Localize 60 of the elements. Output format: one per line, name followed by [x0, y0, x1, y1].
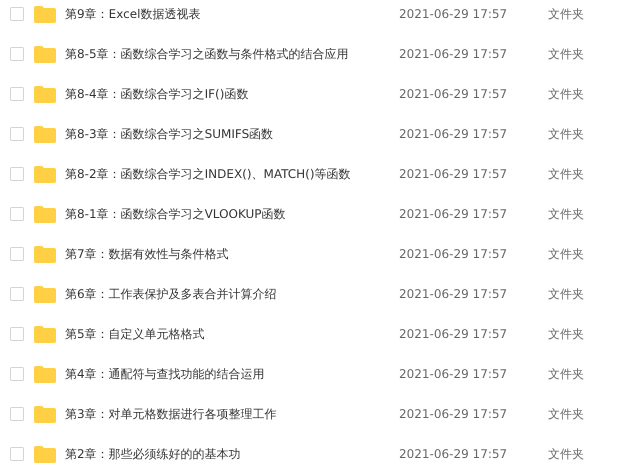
modified-date: 2021-06-29 17:57: [399, 287, 508, 301]
modified-date: 2021-06-29 17:57: [399, 87, 508, 101]
folder-name[interactable]: 第8-4章：函数综合学习之IF()函数: [65, 86, 399, 102]
folder-name[interactable]: 第3章：对单元格数据进行各项整理工作: [65, 406, 399, 422]
modified-date: 2021-06-29 17:57: [399, 167, 508, 181]
folder-icon: [34, 366, 56, 382]
folder-icon: [34, 246, 56, 262]
modified-date: 2021-06-29 17:57: [399, 247, 508, 261]
file-type: 文件夹: [548, 166, 584, 182]
file-type: 文件夹: [548, 406, 584, 422]
folder-icon: [34, 446, 56, 462]
modified-date: 2021-06-29 17:57: [399, 447, 508, 461]
folder-icon: [34, 406, 56, 422]
modified-date: 2021-06-29 17:57: [399, 407, 508, 421]
folder-name[interactable]: 第9章：Excel数据透视表: [65, 6, 399, 22]
folder-icon: [34, 206, 56, 222]
file-type: 文件夹: [548, 246, 584, 262]
checkbox[interactable]: [10, 47, 24, 61]
file-type: 文件夹: [548, 326, 584, 342]
folder-name[interactable]: 第8-3章：函数综合学习之SUMIFS函数: [65, 126, 399, 142]
folder-name[interactable]: 第2章：那些必须练好的的基本功: [65, 446, 399, 462]
checkbox[interactable]: [10, 447, 24, 461]
checkbox[interactable]: [10, 367, 24, 381]
checkbox[interactable]: [10, 207, 24, 221]
modified-date: 2021-06-29 17:57: [399, 47, 508, 61]
modified-date: 2021-06-29 17:57: [399, 127, 508, 141]
modified-date: 2021-06-29 17:57: [399, 327, 508, 341]
folder-icon: [34, 6, 56, 22]
checkbox[interactable]: [10, 167, 24, 181]
checkbox[interactable]: [10, 407, 24, 421]
folder-icon: [34, 326, 56, 342]
checkbox[interactable]: [10, 127, 24, 141]
file-type: 文件夹: [548, 126, 584, 142]
folder-name[interactable]: 第7章：数据有效性与条件格式: [65, 246, 399, 262]
folder-name[interactable]: 第8-1章：函数综合学习之VLOOKUP函数: [65, 206, 399, 222]
file-type: 文件夹: [548, 86, 584, 102]
file-type: 文件夹: [548, 286, 584, 302]
checkbox[interactable]: [10, 327, 24, 341]
checkbox[interactable]: [10, 7, 24, 21]
folder-icon: [34, 166, 56, 182]
folder-name[interactable]: 第6章：工作表保护及多表合并计算介绍: [65, 286, 399, 302]
file-type: 文件夹: [548, 6, 584, 22]
folder-name[interactable]: 第5章：自定义单元格格式: [65, 326, 399, 342]
folder-icon: [34, 286, 56, 302]
folder-icon: [34, 86, 56, 102]
file-type: 文件夹: [548, 206, 584, 222]
file-type: 文件夹: [548, 446, 584, 462]
checkbox[interactable]: [10, 287, 24, 301]
folder-name[interactable]: 第8-2章：函数综合学习之INDEX()、MATCH()等函数: [65, 166, 399, 182]
folder-name[interactable]: 第4章：通配符与查找功能的结合运用: [65, 366, 399, 382]
checkbox[interactable]: [10, 87, 24, 101]
folder-name[interactable]: 第8-5章：函数综合学习之函数与条件格式的结合应用: [65, 46, 399, 62]
folder-icon: [34, 46, 56, 62]
folder-icon: [34, 126, 56, 142]
modified-date: 2021-06-29 17:57: [399, 7, 508, 21]
modified-date: 2021-06-29 17:57: [399, 367, 508, 381]
file-type: 文件夹: [548, 366, 584, 382]
file-type: 文件夹: [548, 46, 584, 62]
modified-date: 2021-06-29 17:57: [399, 207, 508, 221]
checkbox[interactable]: [10, 247, 24, 261]
